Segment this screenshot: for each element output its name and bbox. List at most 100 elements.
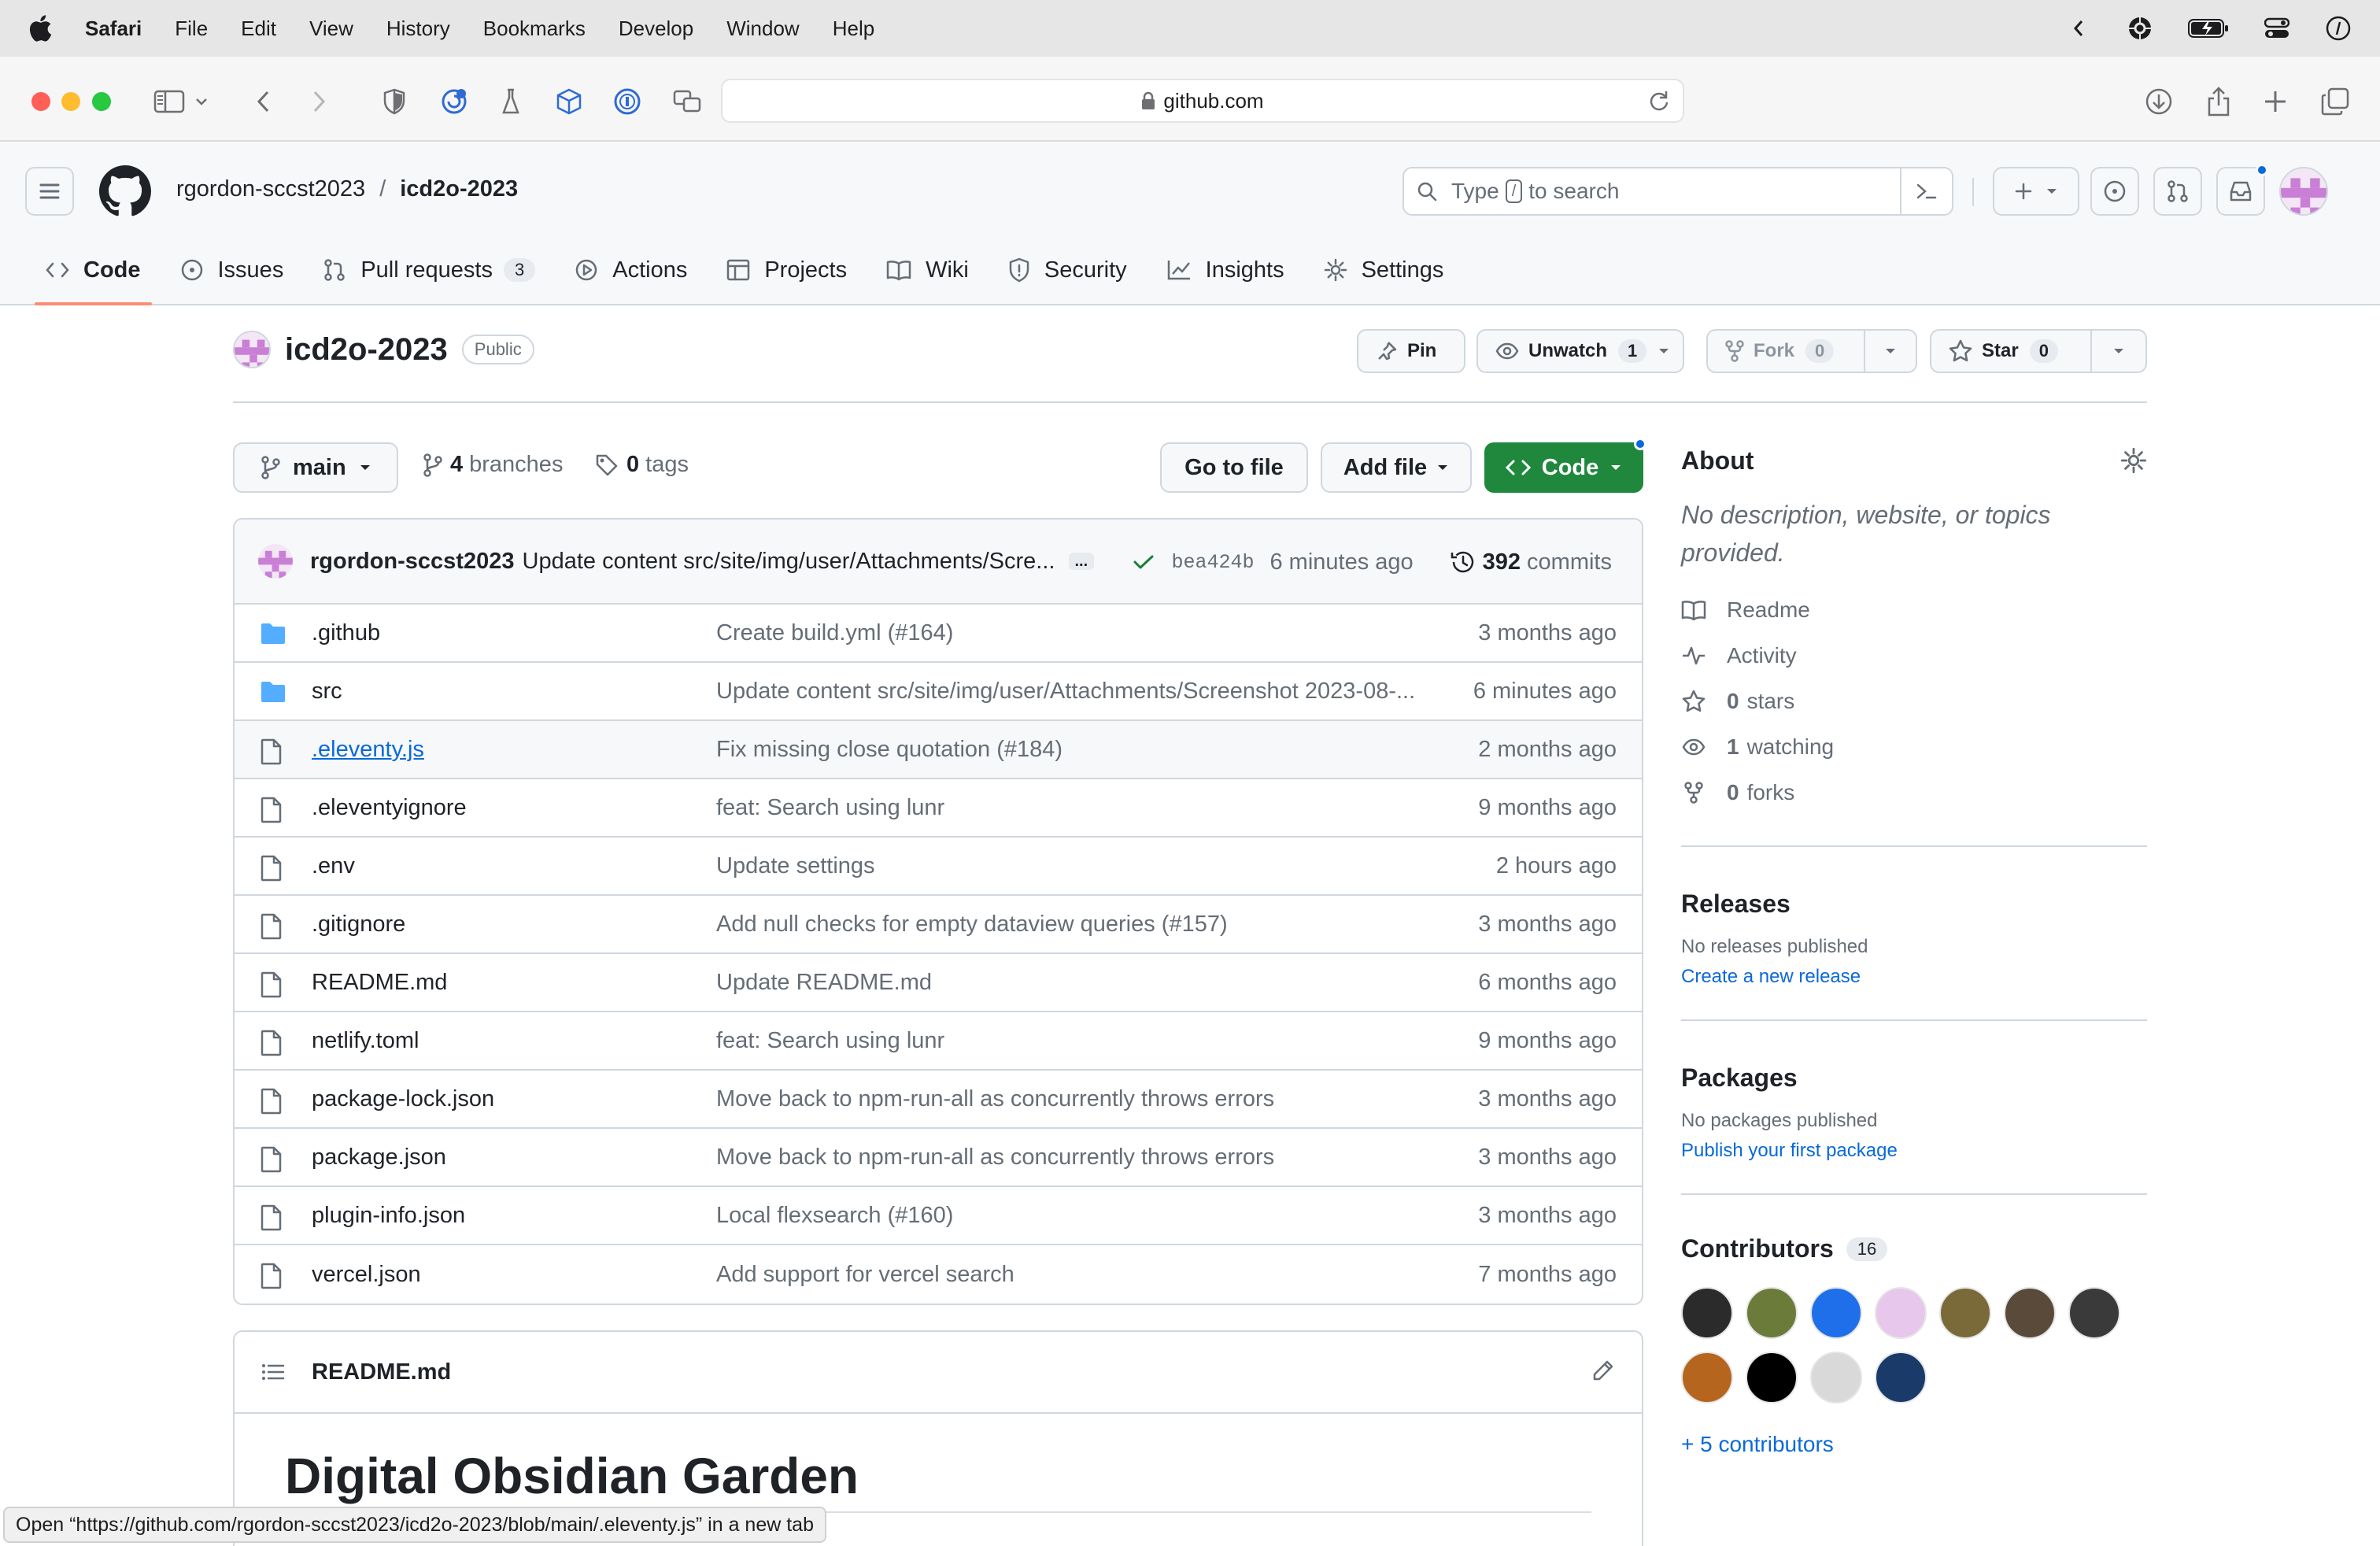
file-commit-message[interactable]: feat: Search using lunr — [716, 795, 944, 821]
activity-link[interactable]: Activity — [1681, 633, 2147, 679]
stars-link[interactable]: 0 stars — [1681, 679, 2147, 724]
file-commit-message[interactable]: Update content src/site/img/user/Attachm… — [716, 679, 1415, 705]
packages-title[interactable]: Packages — [1681, 1063, 2147, 1093]
file-name[interactable]: vercel.json — [312, 1262, 421, 1288]
fork-button[interactable]: Fork 0 — [1706, 329, 1917, 373]
file-name[interactable]: package-lock.json — [312, 1086, 494, 1112]
tab-pull-requests[interactable]: Pull requests 3 — [312, 235, 546, 305]
breadcrumb-owner[interactable]: rgordon-sccst2023 — [176, 176, 365, 202]
new-tab-plus-icon[interactable] — [2257, 83, 2293, 120]
contributor-avatar[interactable] — [1746, 1352, 1798, 1404]
file-name[interactable]: package.json — [312, 1145, 446, 1171]
table-row[interactable]: package-lock.json Move back to npm-run-a… — [235, 1071, 1642, 1129]
menu-file[interactable]: File — [175, 17, 208, 41]
contributor-avatar[interactable] — [1681, 1287, 1733, 1339]
file-name[interactable]: README.md — [312, 970, 447, 996]
branches-link[interactable]: 4 branches — [423, 452, 563, 478]
contributors-title[interactable]: Contributors — [1681, 1234, 1834, 1263]
file-commit-message[interactable]: Add support for vercel search — [716, 1262, 1014, 1288]
tab-code[interactable]: Code — [35, 235, 152, 305]
table-row[interactable]: src Update content src/site/img/user/Att… — [235, 663, 1642, 721]
chevron-left-icon[interactable] — [2065, 15, 2092, 42]
table-row[interactable]: .eleventyignore feat: Search using lunr … — [235, 779, 1642, 838]
branch-selector[interactable]: main — [233, 442, 398, 493]
extension-badge-icon[interactable] — [436, 83, 472, 120]
flask-extension-icon[interactable] — [493, 83, 529, 120]
tab-wiki[interactable]: Wiki — [875, 235, 980, 305]
publish-package-link[interactable]: Publish your first package — [1681, 1140, 2147, 1162]
siri-info-icon[interactable] — [2325, 15, 2352, 42]
file-commit-message[interactable]: Update README.md — [716, 970, 932, 996]
tab-overview-icon[interactable] — [2317, 83, 2353, 120]
commit-author-avatar[interactable] — [258, 544, 293, 579]
file-commit-message[interactable]: Move back to npm-run-all as concurrently… — [716, 1145, 1274, 1171]
commit-expand-button[interactable]: ... — [1068, 553, 1095, 570]
translate-extension-icon[interactable] — [669, 83, 705, 120]
menu-view[interactable]: View — [309, 17, 353, 41]
gear-icon[interactable] — [2120, 447, 2147, 474]
pin-button[interactable]: Pin — [1357, 329, 1465, 373]
shield-extension-icon[interactable] — [376, 83, 412, 120]
contributor-avatar[interactable] — [1875, 1352, 1927, 1404]
go-to-file-button[interactable]: Go to file — [1160, 442, 1308, 493]
command-palette-button[interactable] — [1900, 168, 1952, 214]
more-contributors-link[interactable]: + 5 contributors — [1681, 1432, 2147, 1457]
contributor-avatar[interactable] — [1810, 1352, 1862, 1404]
repo-name[interactable]: icd2o-2023 — [285, 332, 448, 368]
file-name[interactable]: .eleventyignore — [312, 795, 467, 821]
commit-sha[interactable]: bea424b — [1171, 551, 1254, 574]
contributor-avatar[interactable] — [1875, 1287, 1927, 1339]
star-dropdown[interactable] — [2090, 331, 2145, 372]
search-input[interactable]: Type / to search — [1402, 167, 1953, 216]
star-button[interactable]: Star 0 — [1930, 329, 2147, 373]
watching-link[interactable]: 1 watching — [1681, 724, 2147, 770]
commit-author[interactable]: rgordon-sccst2023 — [310, 549, 515, 575]
file-name[interactable]: .eleventy.js — [312, 737, 424, 763]
file-name[interactable]: .env — [312, 853, 355, 879]
screen-sharing-icon[interactable] — [2127, 15, 2153, 42]
table-row[interactable]: .github Create build.yml (#164) 3 months… — [235, 605, 1642, 663]
menu-edit[interactable]: Edit — [241, 17, 276, 41]
contributor-avatar[interactable] — [1810, 1287, 1862, 1339]
contributor-avatar[interactable] — [1939, 1287, 1991, 1339]
file-name[interactable]: netlify.toml — [312, 1028, 419, 1054]
tab-security[interactable]: Security — [997, 235, 1138, 305]
tab-actions[interactable]: Actions — [564, 235, 698, 305]
tab-issues[interactable]: Issues — [169, 235, 295, 305]
close-window-button[interactable] — [31, 92, 50, 111]
table-row[interactable]: .eleventy.js Fix missing close quotation… — [235, 721, 1642, 779]
contributor-avatar[interactable] — [1746, 1287, 1798, 1339]
zoom-window-button[interactable] — [92, 92, 111, 111]
file-commit-message[interactable]: feat: Search using lunr — [716, 1028, 944, 1054]
create-new-button[interactable] — [1993, 167, 2079, 216]
file-commit-message[interactable]: Add null checks for empty dataview queri… — [716, 912, 1228, 938]
pencil-icon[interactable] — [1591, 1359, 1615, 1382]
code-dropdown-button[interactable]: Code — [1484, 438, 1646, 493]
control-center-icon[interactable] — [2264, 15, 2290, 42]
downloads-icon[interactable] — [2141, 83, 2177, 120]
reload-icon[interactable] — [1648, 90, 1670, 112]
pull-requests-button[interactable] — [2153, 167, 2202, 216]
commits-link[interactable]: 392 commits — [1450, 549, 1612, 575]
table-row[interactable]: .gitignore Add null checks for empty dat… — [235, 896, 1642, 954]
share-icon[interactable] — [2201, 83, 2237, 120]
create-release-link[interactable]: Create a new release — [1681, 966, 2147, 988]
table-row[interactable]: vercel.json Add support for vercel searc… — [235, 1245, 1642, 1304]
menu-help[interactable]: Help — [833, 17, 874, 41]
owner-avatar[interactable] — [233, 331, 271, 368]
file-name[interactable]: .github — [312, 620, 380, 646]
menu-history[interactable]: History — [386, 17, 450, 41]
contributor-avatar[interactable] — [2068, 1287, 2120, 1339]
minimize-window-button[interactable] — [61, 92, 80, 111]
tab-insights[interactable]: Insights — [1155, 235, 1295, 305]
table-row[interactable]: README.md Update README.md 6 months ago — [235, 954, 1642, 1012]
add-file-button[interactable]: Add file — [1321, 442, 1472, 493]
tab-settings[interactable]: Settings — [1313, 235, 1455, 305]
contributor-avatar[interactable] — [1681, 1352, 1733, 1404]
commit-message[interactable]: Update content src/site/img/user/Attachm… — [523, 549, 1058, 575]
user-avatar[interactable] — [2279, 167, 2328, 216]
sidebar-toggle-icon[interactable] — [151, 83, 187, 120]
file-name[interactable]: .gitignore — [312, 912, 405, 938]
inbox-button[interactable] — [2216, 164, 2268, 216]
apple-menu-icon[interactable] — [28, 13, 55, 44]
